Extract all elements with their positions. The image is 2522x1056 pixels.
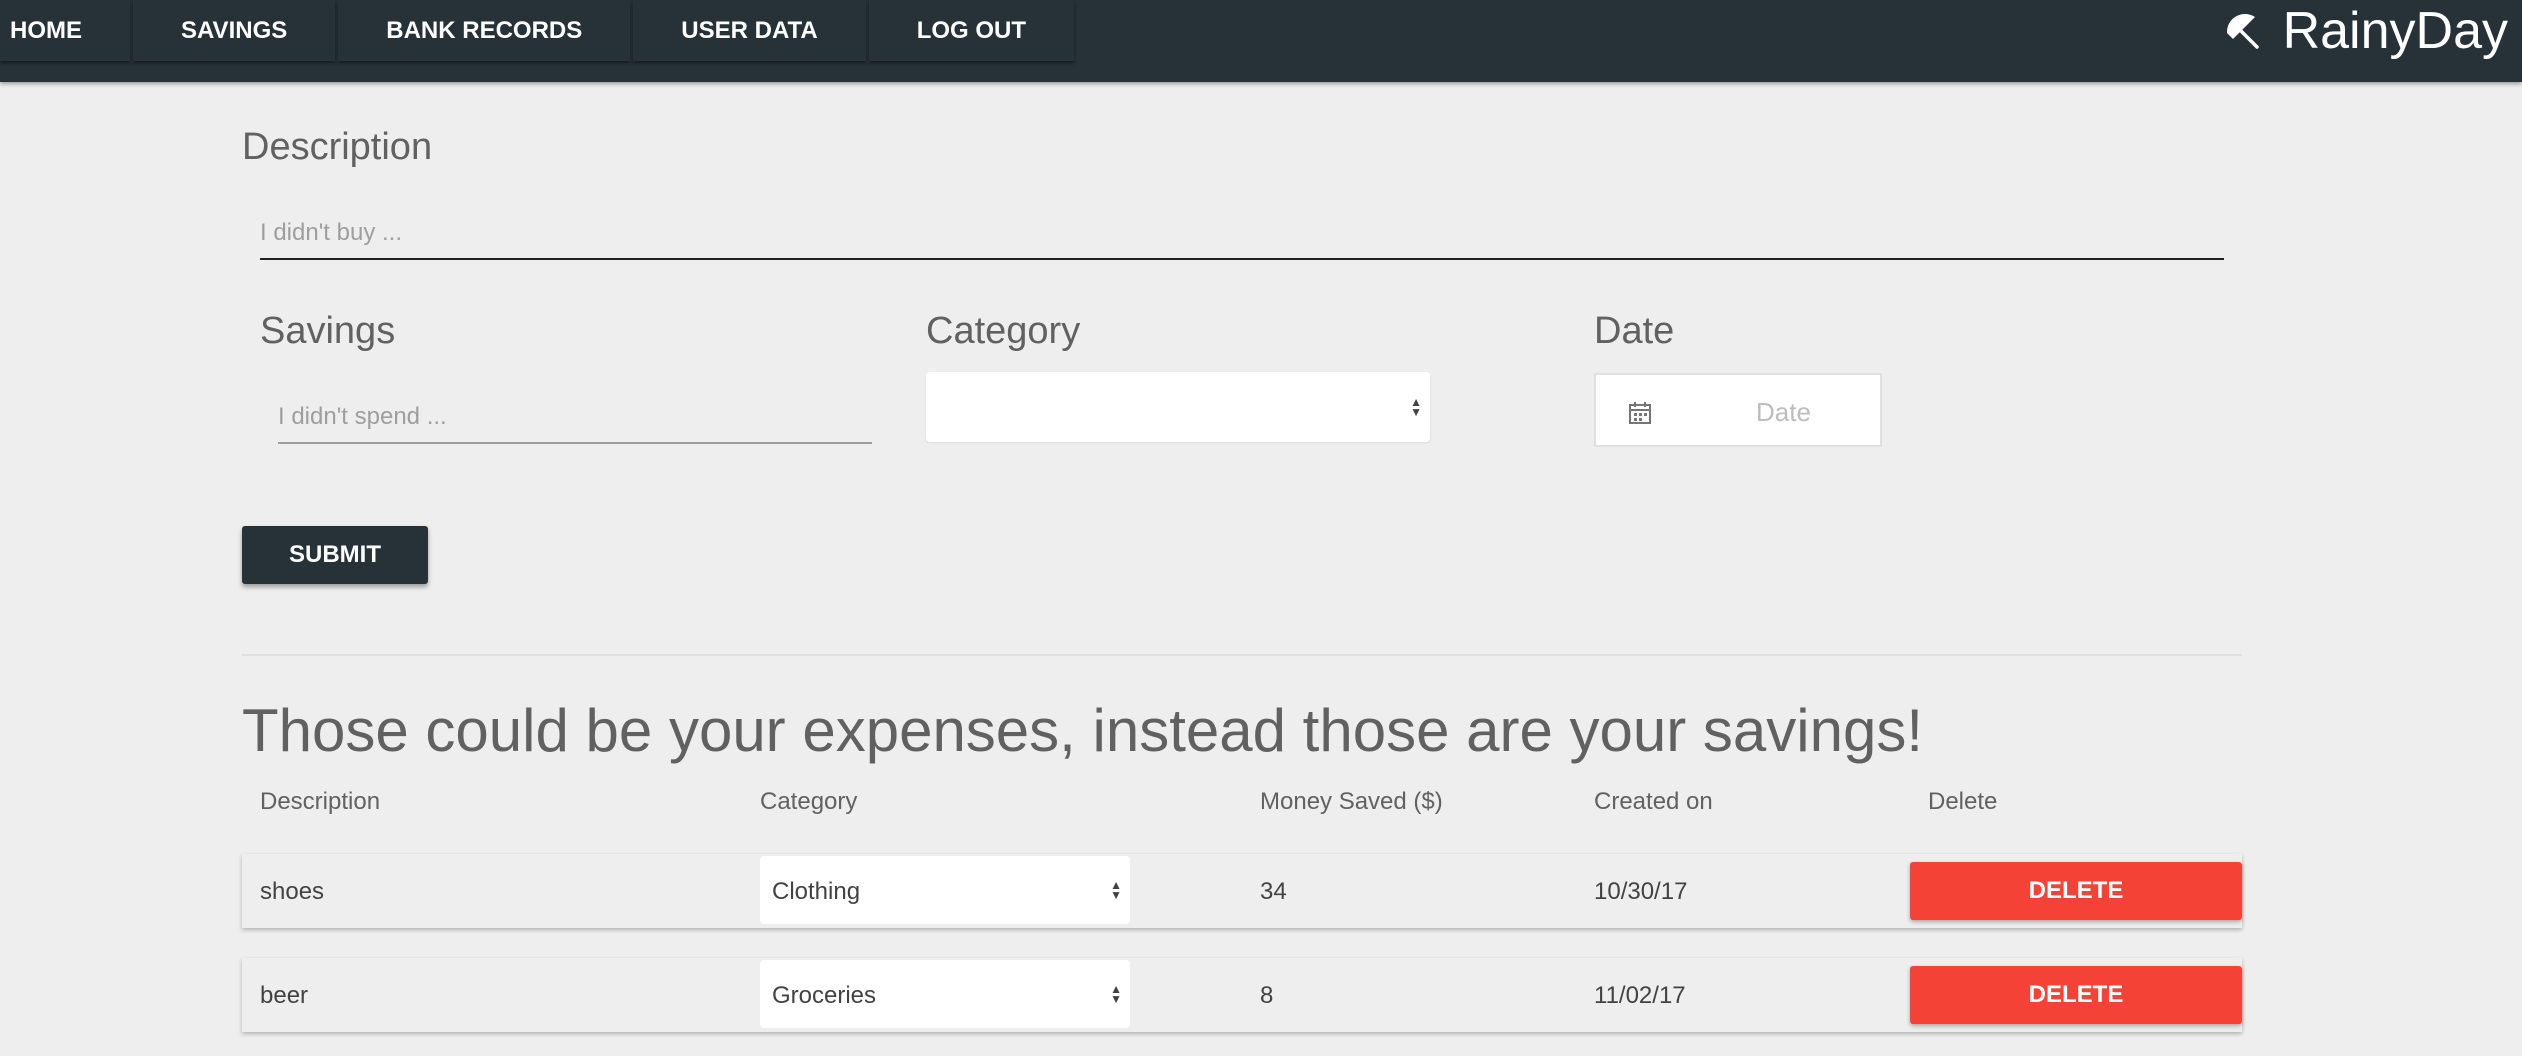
nav-bank-records[interactable]: BANK RECORDS	[338, 0, 631, 61]
brand-logo[interactable]: RainyDay	[2223, 0, 2508, 62]
row-created-on: 11/02/17	[1594, 982, 1686, 1009]
header-description: Description	[260, 788, 381, 815]
savings-section-title: Those could be your expenses, instead th…	[242, 697, 1923, 764]
calendar-icon	[1629, 402, 1651, 424]
row-description: beer	[260, 982, 309, 1009]
savings-input[interactable]	[278, 392, 872, 444]
top-navbar: HOME SAVINGS BANK RECORDS USER DATA LOG …	[0, 0, 2522, 82]
submit-button[interactable]: SUBMIT	[242, 526, 428, 584]
nav-log-out[interactable]: LOG OUT	[868, 0, 1075, 61]
date-placeholder: Date	[1756, 397, 1811, 427]
row-category-value: Groceries	[772, 982, 877, 1009]
row-category-select[interactable]: Groceries ▲ ▼	[760, 960, 1130, 1028]
savings-label: Savings	[260, 310, 396, 352]
category-select[interactable]: ▲ ▼	[926, 372, 1430, 442]
row-category-select[interactable]: Clothing ▲ ▼	[760, 856, 1130, 924]
table-row: shoes Clothing ▲ ▼ 34 10/30/17 DELETE	[242, 854, 2242, 928]
nav-savings[interactable]: SAVINGS	[133, 0, 336, 61]
category-label: Category	[926, 310, 1081, 352]
select-arrows-icon: ▲ ▼	[1110, 982, 1122, 1006]
row-description: shoes	[260, 878, 325, 905]
nav-menu: HOME SAVINGS BANK RECORDS USER DATA LOG …	[0, 0, 1077, 61]
header-money-saved: Money Saved ($)	[1260, 788, 1443, 815]
nav-home[interactable]: HOME	[0, 0, 130, 61]
row-money-saved: 34	[1260, 878, 1287, 905]
delete-button[interactable]: DELETE	[1910, 966, 2242, 1024]
row-category-value: Clothing	[772, 878, 861, 905]
delete-button[interactable]: DELETE	[1910, 862, 2242, 920]
date-label: Date	[1594, 310, 1675, 352]
description-label: Description	[242, 126, 433, 168]
row-created-on: 10/30/17	[1594, 878, 1688, 905]
table-row: beer Groceries ▲ ▼ 8 11/02/17 DELETE	[242, 958, 2242, 1032]
row-money-saved: 8	[1260, 982, 1274, 1009]
section-divider	[242, 654, 2242, 656]
umbrella-icon	[2226, 13, 2259, 49]
date-picker[interactable]: Date	[1594, 373, 1882, 447]
nav-user-data[interactable]: USER DATA	[633, 0, 866, 61]
header-category: Category	[760, 788, 858, 815]
description-input[interactable]	[260, 208, 2224, 260]
brand-name: RainyDay	[2282, 2, 2508, 60]
select-arrows-icon: ▲ ▼	[1110, 878, 1122, 902]
select-arrows-icon: ▲ ▼	[1410, 395, 1422, 419]
header-delete: Delete	[1928, 788, 1998, 815]
header-created-on: Created on	[1594, 788, 1713, 815]
